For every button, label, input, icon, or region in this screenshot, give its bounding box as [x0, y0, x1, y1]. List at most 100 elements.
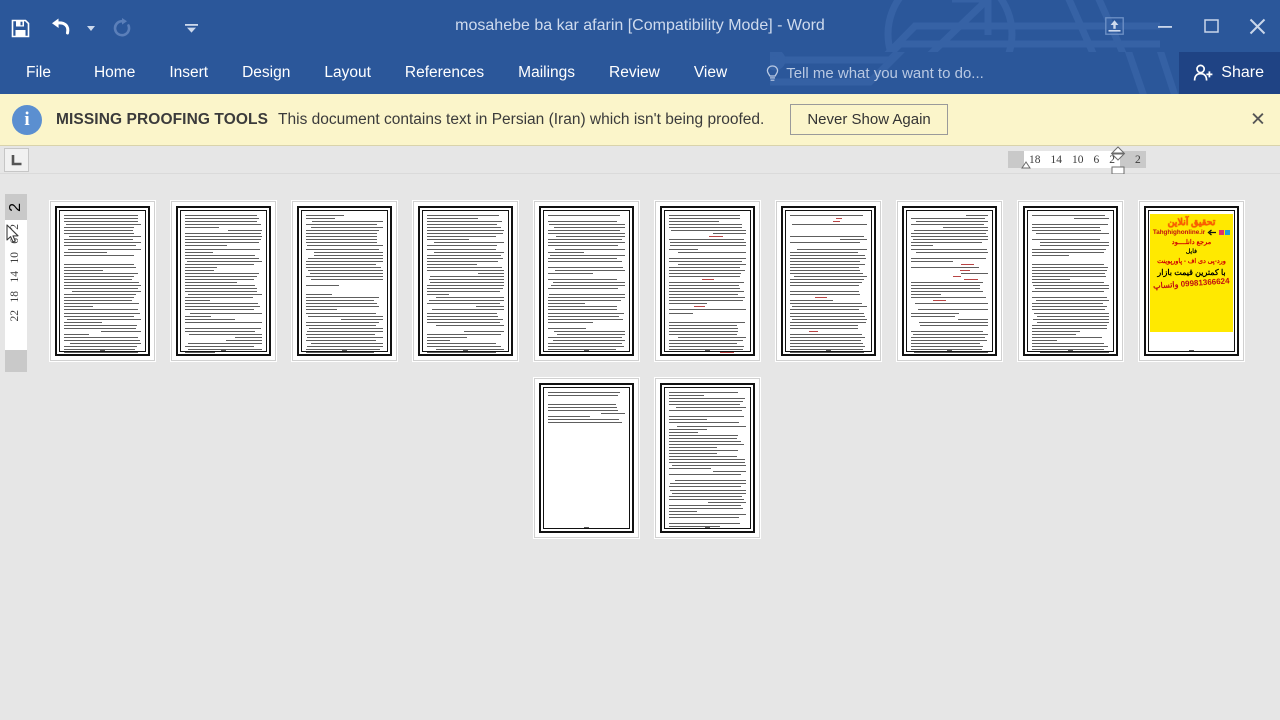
customize-qat-button[interactable] — [180, 8, 202, 48]
undo-button[interactable] — [40, 8, 80, 48]
tab-mailings[interactable]: Mailings — [501, 52, 592, 94]
save-icon — [11, 19, 29, 37]
restore-icon — [1203, 18, 1219, 33]
chevron-down-icon — [184, 23, 198, 33]
page-thumbnail-1[interactable] — [50, 201, 155, 361]
page-thumbnail-8[interactable] — [897, 201, 1002, 361]
ad-formats: ورد-پی دی اف - پاورپوینت — [1157, 258, 1226, 266]
page-border — [539, 383, 634, 533]
hruler-tick-2a: 2 — [1109, 153, 1115, 166]
page-text-content — [548, 392, 625, 521]
vruler-tick-22: 22 — [9, 310, 22, 322]
page-number-mark — [1025, 350, 1116, 351]
save-button[interactable] — [0, 8, 40, 48]
page-number-mark — [541, 527, 632, 528]
page-border — [418, 206, 513, 356]
page-number-mark — [420, 350, 511, 351]
page-border — [781, 206, 876, 356]
hruler-tick-2b: 2 — [1130, 151, 1146, 168]
instagram-icon — [1219, 230, 1225, 236]
page-border — [660, 383, 755, 533]
redo-button[interactable] — [102, 8, 142, 48]
page-thumbnail-11[interactable] — [534, 378, 639, 538]
page-border — [660, 206, 755, 356]
tab-home[interactable]: Home — [77, 52, 152, 94]
page-thumbnail-2[interactable] — [171, 201, 276, 361]
chevron-down-icon — [87, 25, 95, 31]
page-number-mark — [299, 350, 390, 351]
page-thumbnail-10[interactable]: تحقیق آنلاین Tahghighonline.ir مرجع دانلــ… — [1139, 201, 1244, 361]
hruler-tick-6: 6 — [1093, 153, 1100, 166]
page-thumbnail-5[interactable] — [534, 201, 639, 361]
minimize-button[interactable] — [1142, 0, 1188, 52]
page-row-2 — [50, 378, 1260, 538]
horizontal-ruler[interactable]: 18 14 10 6 2 2 — [1008, 151, 1146, 168]
tab-selector-button[interactable] — [4, 148, 29, 172]
page-text-content — [185, 215, 262, 354]
message-bar-title: MISSING PROOFING TOOLS — [56, 110, 269, 128]
social-icons — [1219, 230, 1231, 236]
page-thumbnail-12[interactable] — [655, 378, 760, 538]
page-border: تحقیق آنلاین Tahghighonline.ir مرجع دانلــ… — [1144, 206, 1239, 356]
title-bar: mosahebe ba kar afarin [Compatibility Mo… — [0, 0, 1280, 52]
page-number-mark — [541, 350, 632, 351]
ad-subtitle: مرجع دانلــــود — [1171, 239, 1212, 247]
page-thumbnail-3[interactable] — [292, 201, 397, 361]
window-controls — [1086, 0, 1280, 52]
ad-phone: 09981366624 واتساپ — [1152, 276, 1231, 292]
page-text-content — [669, 392, 746, 528]
page-thumbnail-9[interactable] — [1018, 201, 1123, 361]
ribbon-display-options-button[interactable] — [1086, 0, 1142, 52]
vruler-tick-18: 18 — [9, 290, 22, 303]
undo-dropdown-button[interactable] — [80, 8, 102, 48]
tab-insert[interactable]: Insert — [152, 52, 225, 94]
tell-me-search[interactable]: Tell me what you want to do... — [766, 52, 984, 94]
ruler-row: 18 14 10 6 2 2 — [0, 146, 1280, 175]
mouse-pointer — [6, 224, 19, 243]
ad-website: Tahghighonline.ir — [1153, 229, 1231, 236]
tab-references[interactable]: References — [388, 52, 501, 94]
ribbon-display-icon — [1104, 17, 1124, 35]
tab-layout[interactable]: Layout — [307, 52, 388, 94]
vertical-ruler[interactable]: 2 2 6 10 14 18 22 — [5, 194, 27, 372]
share-button[interactable]: Share — [1179, 52, 1280, 94]
page-number-mark — [57, 350, 148, 351]
close-icon — [1249, 18, 1265, 34]
page-number-mark — [904, 350, 995, 351]
tab-file[interactable]: File — [0, 52, 77, 94]
quick-access-toolbar — [0, 0, 202, 52]
page-text-content — [1032, 215, 1109, 354]
redo-icon — [113, 18, 131, 37]
undo-icon — [52, 18, 70, 35]
message-bar: i MISSING PROOFING TOOLS This document c… — [0, 94, 1280, 146]
tell-me-placeholder: Tell me what you want to do... — [786, 64, 984, 82]
page-number-mark — [178, 350, 269, 351]
vruler-tick-10: 10 — [9, 251, 22, 264]
close-button[interactable] — [1234, 0, 1280, 52]
arrow-left-icon — [1207, 229, 1217, 236]
page-border — [539, 206, 634, 356]
tab-review[interactable]: Review — [592, 52, 677, 94]
message-bar-close-button[interactable]: ✕ — [1246, 108, 1270, 131]
ad-file-label: فایل — [1185, 248, 1198, 256]
page-border — [1023, 206, 1118, 356]
tab-view[interactable]: View — [677, 52, 744, 94]
page-text-content — [790, 215, 867, 354]
page-border — [902, 206, 997, 356]
never-show-again-button[interactable]: Never Show Again — [790, 104, 948, 135]
lightbulb-icon — [766, 64, 779, 81]
ad-headline: تحقیق آنلاین — [1167, 217, 1216, 228]
page-text-content — [669, 215, 746, 354]
page-thumbnail-6[interactable] — [655, 201, 760, 361]
restore-button[interactable] — [1188, 0, 1234, 52]
page-border — [297, 206, 392, 356]
info-icon: i — [12, 104, 42, 135]
page-border — [55, 206, 150, 356]
page-thumbnail-7[interactable] — [776, 201, 881, 361]
hruler-tick-14: 14 — [1050, 153, 1063, 166]
tab-design[interactable]: Design — [225, 52, 307, 94]
page-thumbnail-4[interactable] — [413, 201, 518, 361]
page-border — [176, 206, 271, 356]
page-number-mark — [662, 527, 753, 528]
document-area[interactable]: 2 2 6 10 14 18 22 تحقیق آنلاینTahghighon… — [0, 174, 1280, 720]
